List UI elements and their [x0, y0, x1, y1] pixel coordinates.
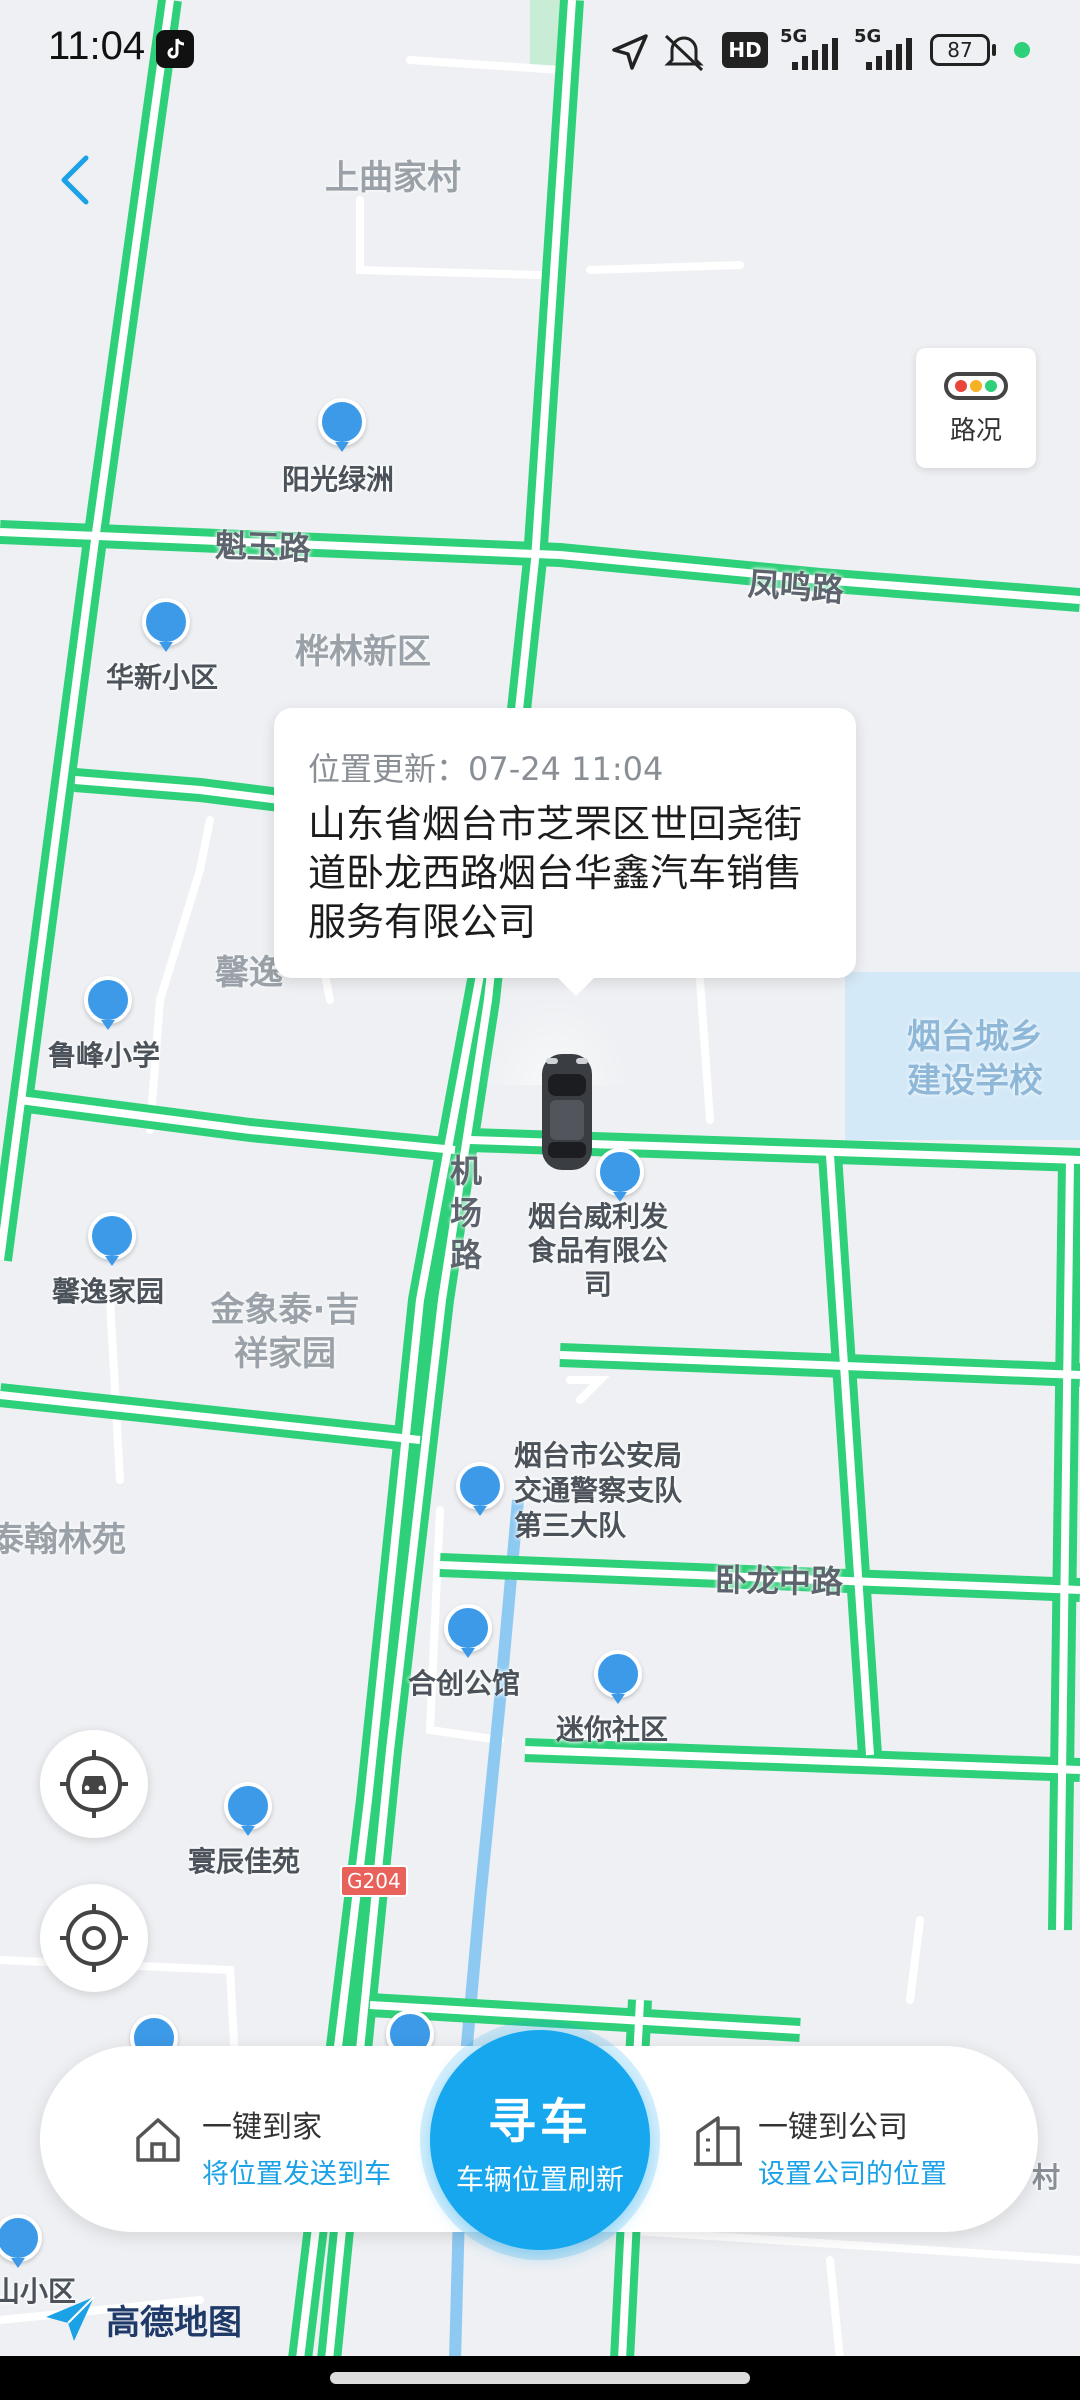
poi-label-weilifa[interactable]: 烟台威利发食品有限公司 [528, 1200, 668, 1302]
hd-badge: HD [722, 32, 768, 68]
location-bubble: 位置更新：07-24 11:04 山东省烟台市芝罘区世回尧街道卧龙西路烟台华鑫汽… [274, 708, 856, 996]
poi-label-lufengxiaoxue[interactable]: 鲁峰小学 [48, 1034, 160, 1074]
car-icon[interactable] [538, 1052, 596, 1172]
poi-label-police[interactable]: 烟台市公安局交通警察支队第三大队 [514, 1438, 709, 1543]
amap-logo-icon [46, 2296, 95, 2341]
amap-logo: 高德地图 [44, 2295, 242, 2343]
battery-indicator: 87 [930, 34, 990, 66]
go-home-button[interactable]: 一键到家 将位置发送到车 [40, 2046, 420, 2232]
area-label-school: 烟台城乡建设学校 [907, 1017, 1043, 1101]
road-badge-g204: G204 [340, 1865, 408, 1897]
traffic-light-icon [944, 372, 1008, 400]
amap-logo-text: 高德地图 [106, 2303, 242, 2343]
poi-pin-icon[interactable] [142, 598, 190, 652]
poi-label-yangguanglvzhou[interactable]: 阳光绿洲 [282, 458, 394, 498]
home-icon [136, 2118, 180, 2162]
road-label-wolongzhong: 卧龙中路 [714, 1560, 844, 1602]
go-home-title: 一键到家 [202, 2110, 322, 2145]
find-car-button[interactable]: 寻车 车辆位置刷新 [430, 2030, 650, 2250]
poi-pin-icon[interactable] [88, 1212, 136, 1266]
building-icon [694, 2116, 742, 2166]
mute-bell-icon [664, 34, 704, 72]
status-bar: 11:04 HD 5G 5G 87 [0, 0, 1080, 100]
go-company-button[interactable]: 一键到公司 设置公司的位置 [660, 2046, 1038, 2232]
home-indicator-bar [0, 2356, 1080, 2400]
area-label-taihanlinyuan: 泰翰林苑 [0, 1520, 126, 1560]
poi-pin-icon[interactable] [318, 398, 366, 452]
road-label-fengming: 凤鸣路 [746, 564, 846, 610]
area-label-jinxiangtai: 金象泰·吉祥家园 [210, 1290, 360, 1374]
area-label-hualinxinqu: 桦林新区 [295, 632, 431, 672]
poi-label-huaxinxiaoqu[interactable]: 华新小区 [106, 656, 218, 696]
my-location-button[interactable] [40, 1884, 148, 1992]
my-location-icon [60, 1904, 128, 1972]
location-address: 山东省烟台市芝罘区世回尧街道卧龙西路烟台华鑫汽车销售服务有限公司 [308, 802, 803, 944]
battery-tip [992, 44, 996, 56]
location-arrow-icon [612, 34, 648, 70]
traffic-label: 路况 [949, 416, 1002, 446]
poi-label-xinyijiayuan[interactable]: 馨逸家园 [52, 1270, 164, 1310]
tiktok-icon [156, 30, 194, 68]
find-car-subtitle: 车辆位置刷新 [455, 2163, 624, 2196]
poi-pin-icon[interactable] [84, 976, 132, 1030]
police-star-icon[interactable] [456, 1462, 504, 1516]
back-button[interactable] [50, 150, 100, 210]
green-dot-indicator [1014, 42, 1030, 58]
poi-label-hechuanggongguan[interactable]: 合创公馆 [408, 1662, 520, 1702]
poi-label-minishequ[interactable]: 迷你社区 [556, 1708, 668, 1748]
location-updated-time: 位置更新：07-24 11:04 [308, 750, 664, 788]
poi-pin-icon[interactable] [594, 1650, 642, 1704]
home-indicator[interactable] [330, 2372, 750, 2384]
poi-pin-icon[interactable] [224, 1782, 272, 1836]
poi-pin-icon[interactable] [596, 1148, 644, 1202]
status-time: 11:04 [48, 24, 146, 68]
find-car-title: 寻车 [487, 2094, 592, 2150]
go-home-subtitle[interactable]: 将位置发送到车 [202, 2152, 391, 2191]
poi-pin-icon[interactable] [444, 1604, 492, 1658]
area-label-shangqujiacun: 上曲家村 [325, 158, 461, 198]
signal-bars-icon [866, 38, 912, 70]
back-icon [61, 155, 89, 205]
signal-bars-icon [792, 38, 838, 70]
vehicle-locate-button[interactable] [40, 1730, 148, 1838]
traffic-button[interactable]: 路况 [916, 348, 1036, 468]
area-label-xinyi: 馨逸 [215, 953, 283, 993]
vehicle-locate-icon [60, 1750, 128, 1818]
go-company-title: 一键到公司 [758, 2110, 908, 2145]
poi-label-huanchenjiayuan[interactable]: 寰辰佳苑 [188, 1840, 300, 1880]
road-label-kuiyu: 魁玉路 [214, 526, 312, 568]
road-label-jichang: 机场路 [450, 1152, 483, 1274]
go-company-subtitle[interactable]: 设置公司的位置 [758, 2152, 947, 2191]
